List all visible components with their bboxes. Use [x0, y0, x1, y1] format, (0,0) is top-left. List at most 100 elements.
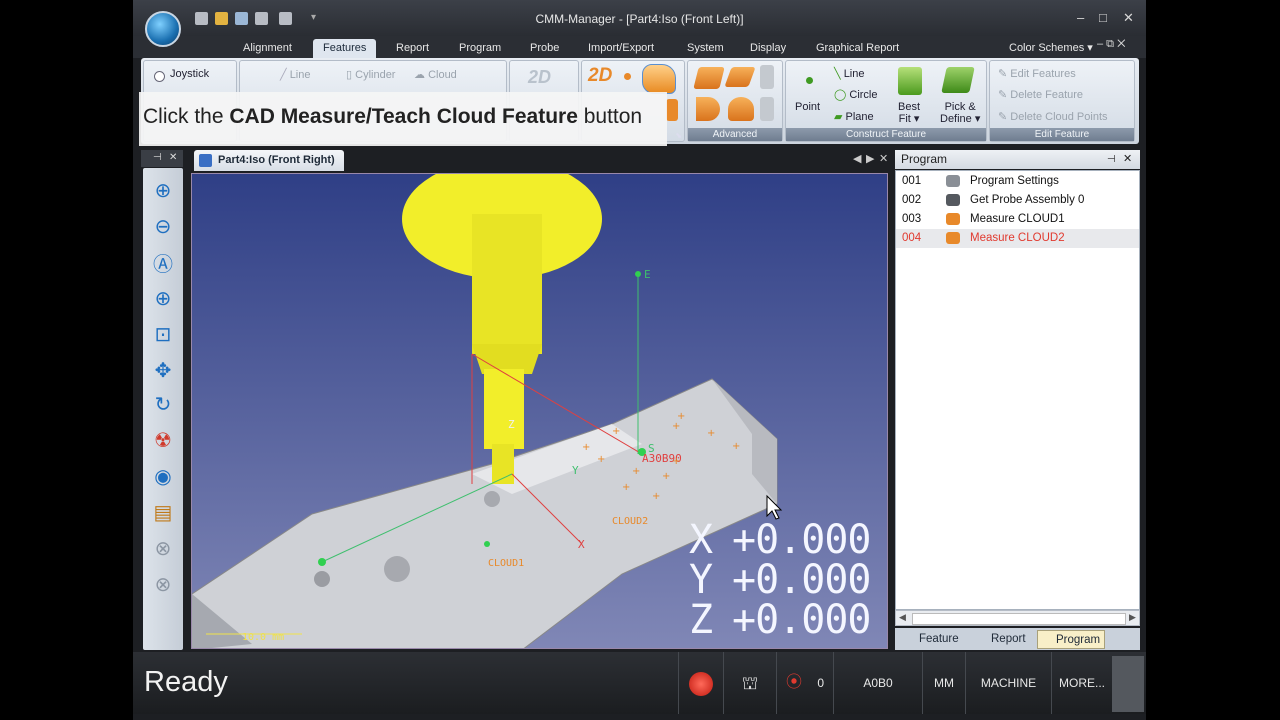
status-ready: Ready — [144, 666, 228, 698]
zoom-out-icon[interactable]: ⊖ — [149, 212, 177, 240]
units-status[interactable]: MM — [922, 652, 965, 714]
more-button[interactable]: MORE... — [1051, 652, 1112, 714]
construct-line-button[interactable]: ╲ Line — [834, 67, 864, 80]
advanced-cone-icon[interactable] — [696, 97, 720, 121]
probe-icon — [946, 194, 960, 206]
panel-close-icon[interactable]: ✕ — [1123, 150, 1132, 169]
viewport-close-icon[interactable]: ✕ — [879, 152, 888, 165]
scroll-left-icon[interactable]: ◀ — [899, 612, 906, 623]
edit-features-button[interactable]: ✎ Edit Features — [998, 67, 1076, 80]
cad-viewport[interactable]: E Z Y X S A30B90 CLOUD2 CLOUD1 + + + + + + +… — [191, 173, 888, 649]
emergency-stop-button[interactable] — [678, 652, 723, 714]
advanced-probe-icon[interactable] — [760, 65, 774, 89]
panel-tab-feature[interactable]: Feature — [901, 630, 963, 649]
line-measure-button[interactable]: ╱ Line — [280, 68, 310, 81]
svg-text:+: + — [707, 428, 715, 439]
ribbon-window-controls[interactable]: – ⧉ ✕ — [1097, 38, 1125, 51]
svg-text:+: + — [622, 482, 630, 493]
scroll-right-icon[interactable]: ▶ — [1129, 612, 1136, 623]
zoom-window-icon[interactable]: ⊡ — [149, 320, 177, 348]
program-row[interactable]: 001 Program Settings — [896, 172, 1139, 191]
machine-home-button[interactable]: ⛫ — [723, 652, 776, 714]
disabled-tool-1-icon[interactable]: ⊗ — [149, 534, 177, 562]
joystick-radio[interactable] — [154, 71, 165, 82]
viewport-next-icon[interactable]: ▶ — [866, 152, 874, 165]
probe-count-button[interactable]: ⦿ 0 — [776, 652, 833, 714]
tab-graphical-report[interactable]: Graphical Report — [806, 39, 909, 58]
maximize-button[interactable]: □ — [1099, 10, 1107, 25]
advanced-surface-icon[interactable] — [724, 67, 756, 87]
view-icon[interactable]: ◉ — [149, 462, 177, 490]
cloud1-label: CLOUD1 — [488, 558, 524, 569]
pick-define-button[interactable]: Pick & Define ▾ — [940, 101, 980, 125]
tab-display[interactable]: Display — [740, 39, 796, 58]
tab-report[interactable]: Report — [386, 39, 439, 58]
window-title: CMM-Manager - [Part4:Iso (Front Left)] — [535, 12, 744, 26]
tab-program[interactable]: Program — [449, 39, 511, 58]
minimize-button[interactable]: – — [1077, 10, 1084, 25]
pan-icon[interactable]: ✥ — [149, 356, 177, 384]
cloud-measure-button[interactable]: ☁ Cloud — [414, 68, 457, 81]
rotate-icon[interactable]: ↻ — [149, 390, 177, 418]
advanced-sphere-icon[interactable] — [728, 97, 754, 121]
cad-point-icon[interactable] — [624, 73, 631, 80]
cad-measure-teach-cloud-feature-button[interactable] — [642, 64, 676, 94]
viewport-prev-icon[interactable]: ◀ — [853, 152, 861, 165]
advanced-group-label: Advanced — [688, 128, 782, 141]
tab-features[interactable]: Features — [313, 39, 377, 58]
pin-icon[interactable]: ⊣ — [1107, 150, 1116, 169]
view-toolbar: ⊕ ⊖ Ⓐ ⊕ ⊡ ✥ ↻ ☢ ◉ ▤ ⊗ ⊗ — [143, 168, 183, 650]
viewport-tab[interactable]: Part4:Iso (Front Right) — [194, 150, 344, 171]
cad-more-icon[interactable] — [666, 99, 678, 121]
title-bar: ▾ CMM-Manager - [Part4:Iso (Front Left)]… — [133, 0, 1146, 47]
construct-circle-button[interactable]: ◯ Circle — [834, 88, 878, 101]
group-launcher-icon[interactable]: ⬊ — [675, 131, 682, 140]
point-button[interactable]: Point — [795, 101, 820, 113]
delete-cloud-points-button[interactable]: ✎ Delete Cloud Points — [998, 110, 1108, 123]
construct-plane-button[interactable]: ▰ Plane — [834, 110, 874, 123]
disabled-tool-2-icon[interactable]: ⊗ — [149, 570, 177, 598]
zoom-fit-icon[interactable]: Ⓐ — [149, 248, 177, 276]
advanced-plane-icon[interactable] — [693, 67, 725, 89]
rotate-center-icon[interactable]: ☢ — [149, 426, 177, 454]
app-logo-icon[interactable] — [145, 11, 181, 47]
program-row[interactable]: 002 Get Probe Assembly 0 — [896, 191, 1139, 210]
svg-text:+: + — [612, 426, 620, 437]
color-schemes-menu[interactable]: Color Schemes ▾ — [1009, 39, 1093, 58]
point-icon — [806, 77, 813, 84]
machine-status[interactable]: MACHINE — [965, 652, 1051, 714]
best-fit-button[interactable]: Best Fit ▾ — [898, 101, 920, 125]
cloud-point-a — [318, 558, 326, 566]
part-hole-3 — [484, 491, 500, 507]
cloud2-label: CLOUD2 — [612, 516, 648, 527]
zoom-in-icon[interactable]: ⊕ — [149, 176, 177, 204]
tab-probe[interactable]: Probe — [520, 39, 569, 58]
program-row-selected[interactable]: 004 Measure CLOUD2 — [896, 229, 1139, 248]
panel-tab-program[interactable]: Program — [1037, 630, 1106, 649]
part-hole-2 — [384, 556, 410, 582]
orientation-status[interactable]: A0B0 — [833, 652, 922, 714]
advanced-group: Advanced — [687, 60, 783, 142]
tab-system[interactable]: System — [677, 39, 734, 58]
tab-import-export[interactable]: Import/Export — [578, 39, 664, 58]
joystick-label: Joystick — [170, 68, 210, 80]
zoom-vertical-icon[interactable]: ⊕ — [149, 284, 177, 312]
2d-view-icon[interactable]: 2D — [528, 67, 562, 91]
cad-2d-icon[interactable]: 2D — [588, 65, 620, 93]
cylinder-measure-button[interactable]: ▯ Cylinder — [346, 68, 395, 81]
program-hscrollbar[interactable]: ◀ ▶ — [895, 610, 1140, 626]
delete-feature-button[interactable]: ✎ Delete Feature — [998, 88, 1083, 101]
program-row[interactable]: 003 Measure CLOUD1 — [896, 210, 1139, 229]
tutorial-tooltip: Click the CAD Measure/Teach Cloud Featur… — [139, 92, 667, 146]
svg-text:+: + — [732, 441, 740, 452]
svg-text:+: + — [672, 421, 680, 432]
advanced-probe2-icon[interactable] — [760, 97, 774, 121]
section-view-icon[interactable]: ▤ — [149, 498, 177, 526]
scroll-thumb[interactable] — [912, 613, 1126, 625]
svg-text:+: + — [662, 471, 670, 482]
cmm-icon: ⛫ — [741, 673, 759, 693]
tab-alignment[interactable]: Alignment — [233, 39, 302, 58]
panel-tab-report[interactable]: Report — [973, 630, 1030, 649]
close-button[interactable]: ✕ — [1123, 10, 1134, 26]
cloud-icon — [946, 232, 960, 244]
